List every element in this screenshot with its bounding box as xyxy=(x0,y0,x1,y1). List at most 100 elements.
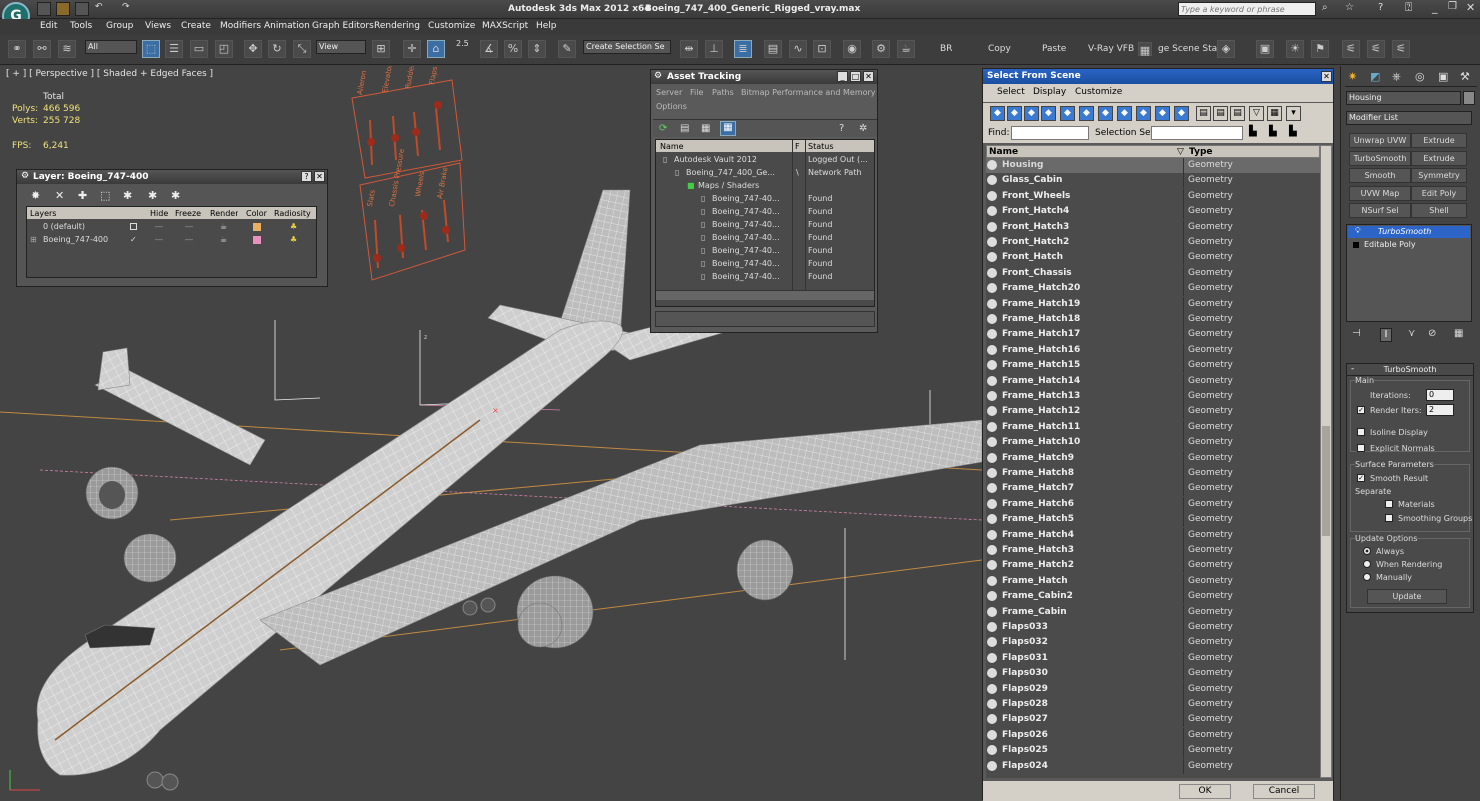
close-icon[interactable]: ✕ xyxy=(314,171,325,182)
modifier-button[interactable]: Shell xyxy=(1411,203,1467,218)
menu-paths[interactable]: Paths xyxy=(712,88,734,97)
close-icon[interactable]: ✕ xyxy=(863,71,874,82)
curve-editor-icon[interactable]: ∿ xyxy=(789,40,807,58)
add-set-icon[interactable]: ▙ xyxy=(1269,126,1277,137)
modifier-list-dropdown[interactable]: Modifier List xyxy=(1346,111,1472,125)
select-none-icon[interactable]: ▤ xyxy=(1213,106,1228,121)
manually-radio[interactable] xyxy=(1363,573,1371,581)
asset-row[interactable]: ▯ Boeing_747-40... Found xyxy=(656,218,874,231)
asset-row[interactable]: ▯ Autodesk Vault 2012 Logged Out (... xyxy=(656,153,874,166)
display-lights-icon[interactable]: ◆ xyxy=(1024,106,1039,121)
scale-icon[interactable]: ⤡ xyxy=(293,40,311,58)
remove-modifier-icon[interactable]: ⊘ xyxy=(1428,328,1436,339)
asset-row[interactable]: ▯ Boeing_747-40... Found xyxy=(656,231,874,244)
layer-color-swatch[interactable] xyxy=(253,236,261,244)
new-layer-icon[interactable]: ✸ xyxy=(31,189,40,202)
materials-checkbox[interactable] xyxy=(1385,500,1393,508)
search-input[interactable] xyxy=(1178,2,1316,16)
stack-item-turbosmooth[interactable]: TurboSmooth xyxy=(1348,226,1470,238)
vray-light-icon[interactable]: ☀ xyxy=(1286,40,1304,58)
mirror-icon[interactable]: ⇹ xyxy=(680,40,698,58)
menu-customize[interactable]: Customize xyxy=(428,21,475,31)
table-view-icon[interactable]: ▦ xyxy=(720,121,736,136)
object-row[interactable]: Flaps032 Geometry xyxy=(986,635,1320,651)
modifier-button[interactable]: Extrude xyxy=(1411,133,1467,148)
paste-button[interactable]: Paste xyxy=(1042,44,1066,54)
object-row[interactable]: Frame_Hatch18 Geometry xyxy=(986,312,1320,327)
display-containers-icon[interactable]: ◆ xyxy=(1155,106,1170,121)
modifier-button[interactable]: UVW Map xyxy=(1349,185,1411,201)
bind-space-warp-icon[interactable]: ≋ xyxy=(58,40,76,58)
select-by-name-icon[interactable]: ☰ xyxy=(165,40,183,58)
window-crossing-icon[interactable]: ◰ xyxy=(215,40,233,58)
asset-row[interactable]: ▯ Boeing_747-40... Found xyxy=(656,205,874,218)
copy-button[interactable]: Copy xyxy=(988,44,1011,54)
minimize-icon[interactable]: _ xyxy=(837,71,848,82)
object-row[interactable]: Frame_Cabin Geometry xyxy=(986,604,1320,620)
object-row[interactable]: Flaps025 Geometry xyxy=(986,743,1320,759)
modifier-button[interactable]: Edit Poly xyxy=(1411,185,1467,201)
new-file-icon[interactable] xyxy=(37,2,51,16)
select-all-icon[interactable]: ▤ xyxy=(1196,106,1211,121)
bone-tool-3-icon[interactable]: ⚟ xyxy=(1392,40,1410,58)
display-cameras-icon[interactable]: ◆ xyxy=(1041,106,1056,121)
vray-cam-icon[interactable]: ⚑ xyxy=(1311,40,1329,58)
ref-coord-dropdown[interactable]: View xyxy=(316,40,366,54)
when-rendering-radio[interactable] xyxy=(1363,560,1371,568)
object-row[interactable]: Frame_Hatch13 Geometry xyxy=(986,389,1320,404)
object-row[interactable]: Frame_Cabin2 Geometry xyxy=(986,589,1320,605)
object-row[interactable]: Frame_Hatch19 Geometry xyxy=(986,296,1320,312)
add-to-layer-icon[interactable]: ✚ xyxy=(78,189,87,202)
menu-group[interactable]: Group xyxy=(106,21,133,31)
render-teapot-icon[interactable]: ☕ xyxy=(897,40,915,58)
graphite-icon[interactable]: ▤ xyxy=(764,40,782,58)
menu-animation[interactable]: Animation xyxy=(264,21,310,31)
help-icon[interactable]: ? xyxy=(1378,2,1383,13)
undo-icon[interactable]: ↶ xyxy=(95,2,103,12)
layer-dialog-title[interactable]: Layer: Boeing_747-400 xyxy=(17,170,327,184)
close-icon[interactable]: ✕ xyxy=(1321,71,1332,82)
object-row[interactable]: Frame_Hatch15 Geometry xyxy=(986,358,1320,374)
layer-row[interactable]: 0 (default) ― ― ☕ ♣ xyxy=(27,220,316,233)
menu-graph-editors[interactable]: Graph Editors xyxy=(312,21,374,31)
rig-control-panel[interactable] xyxy=(351,79,466,281)
asset-row[interactable]: ▯ Boeing_747_400_Ge... \ Network Path xyxy=(656,166,874,179)
iterations-spinner[interactable]: 0 xyxy=(1426,389,1454,401)
refresh-icon[interactable]: ⟳ xyxy=(659,123,667,134)
smooth-result-checkbox[interactable]: ✓ xyxy=(1357,474,1365,482)
rotate-icon[interactable]: ↻ xyxy=(268,40,286,58)
select-from-scene-title[interactable]: Select From Scene xyxy=(983,69,1333,84)
update-button[interactable]: Update xyxy=(1367,589,1447,604)
object-row[interactable]: Frame_Hatch3 Geometry xyxy=(986,543,1320,558)
menu-options[interactable]: Options xyxy=(656,102,687,111)
asset-row[interactable]: ▯ Boeing_747-40... Found xyxy=(656,257,874,270)
display-spacewarps-icon[interactable]: ◆ xyxy=(1079,106,1094,121)
named-selection-dropdown[interactable]: Create Selection Se xyxy=(583,40,671,54)
render-teapot-icon[interactable]: ☕ xyxy=(220,233,227,246)
explicit-normals-checkbox[interactable] xyxy=(1357,444,1365,452)
pin-stack-icon[interactable]: ⊣ xyxy=(1352,328,1361,339)
make-unique-icon[interactable]: ⋎ xyxy=(1408,328,1415,339)
modifier-button[interactable]: Unwrap UVW xyxy=(1349,133,1411,148)
move-icon[interactable]: ✥ xyxy=(244,40,262,58)
object-row[interactable]: Frame_Hatch2 Geometry xyxy=(986,558,1320,574)
minimize-icon[interactable]: _ xyxy=(1432,1,1438,14)
menu-views[interactable]: Views xyxy=(145,21,171,31)
horizontal-scrollbar[interactable] xyxy=(656,290,874,300)
object-row[interactable]: Flaps030 Geometry xyxy=(986,666,1320,682)
display-geometry-icon[interactable]: ◆ xyxy=(990,106,1005,121)
object-row[interactable]: Front_Wheels Geometry xyxy=(986,188,1320,204)
menu-help[interactable]: Help xyxy=(536,21,557,31)
layer-manager-icon[interactable]: ≣ xyxy=(734,40,752,58)
help-icon[interactable]: ⍰ xyxy=(1405,0,1412,15)
help-icon[interactable]: ? xyxy=(839,123,844,134)
list-view-icon[interactable]: ▤ xyxy=(680,123,689,134)
active-layer-checkbox[interactable] xyxy=(130,223,137,230)
maximize-icon[interactable]: □ xyxy=(850,71,861,82)
object-row[interactable]: Front_Chassis Geometry xyxy=(986,265,1320,281)
modifier-button[interactable]: TurboSmooth xyxy=(1349,150,1411,166)
isoline-checkbox[interactable] xyxy=(1357,428,1365,436)
object-row[interactable]: Flaps029 Geometry xyxy=(986,681,1320,697)
col-name[interactable]: Name xyxy=(989,147,1018,157)
help-icon[interactable]: ? xyxy=(301,171,312,182)
